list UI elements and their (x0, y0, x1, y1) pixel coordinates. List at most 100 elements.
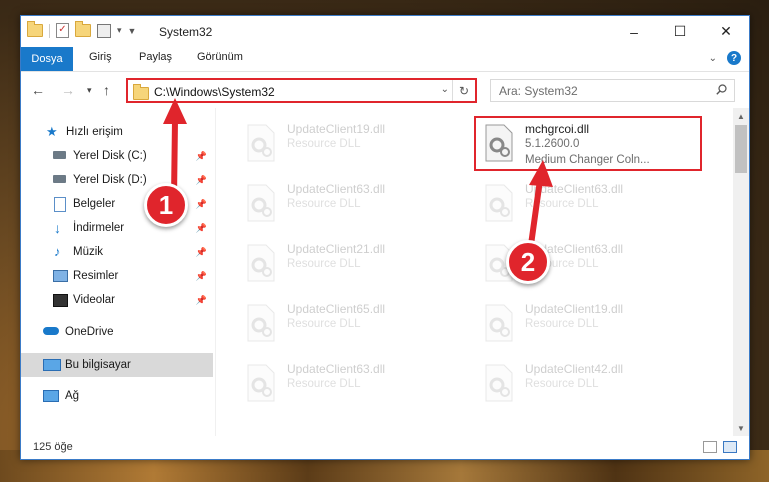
search-input[interactable]: Ara: System32 (490, 79, 735, 102)
tab-paylas[interactable]: Paylaş (139, 51, 172, 63)
dll-file-icon (485, 304, 513, 342)
sidebar-item-label: Videolar (73, 294, 115, 306)
file-item[interactable]: UpdateClient42.dll Resource DLL (474, 358, 704, 410)
sidebar-item-downloads[interactable]: ↓ İndirmeler 📌 (21, 217, 213, 239)
address-bar[interactable]: C:\Windows\System32 ⌄ ↻ (126, 78, 477, 103)
ribbon-tabs: Dosya Giriş Paylaş Görünüm ⌄ ? (21, 47, 749, 72)
search-icon[interactable] (716, 84, 727, 95)
sidebar-item-label: Hızlı erişim (66, 126, 123, 138)
maximize-button[interactable]: ☐ (657, 16, 703, 47)
sidebar-item-label: Yerel Disk (C:) (73, 150, 147, 162)
file-name: UpdateClient19.dll (287, 122, 386, 136)
tab-dosya[interactable]: Dosya (21, 47, 73, 71)
address-folder-icon (133, 84, 149, 100)
file-item[interactable]: UpdateClient21.dll Resource DLL (236, 238, 466, 290)
computer-icon (43, 359, 61, 371)
file-name: UpdateClient19.dll (525, 302, 624, 316)
search-placeholder: Ara: System32 (499, 84, 578, 98)
help-icon[interactable]: ? (727, 51, 741, 65)
file-name: UpdateClient21.dll (287, 242, 386, 256)
tab-gorunum[interactable]: Görünüm (197, 51, 243, 63)
file-type: Resource DLL (287, 378, 361, 390)
vertical-scrollbar[interactable]: ▲ ▼ (733, 108, 749, 436)
file-type: Resource DLL (287, 138, 361, 150)
sidebar-item-label: Ağ (65, 390, 80, 402)
toolbar-separator (49, 23, 50, 38)
sidebar-item-label: OneDrive (65, 326, 114, 338)
large-icons-view-icon[interactable] (723, 441, 737, 453)
network-icon (43, 390, 59, 402)
sidebar-item-onedrive[interactable]: OneDrive (21, 321, 213, 343)
item-count: 125 öğe (33, 441, 73, 453)
title-bar: ✓ ▾ ▼ System32 – ☐ ✕ (21, 16, 749, 47)
file-type: Resource DLL (525, 198, 599, 210)
dll-file-icon (247, 244, 275, 282)
file-type: Resource DLL (287, 318, 361, 330)
pin-icon[interactable]: 📌 (196, 247, 207, 258)
tab-giris[interactable]: Giriş (89, 51, 112, 63)
dll-file-icon (247, 364, 275, 402)
music-icon: ♪ (54, 244, 61, 259)
window-title: System32 (159, 25, 213, 39)
sidebar-item-network[interactable]: Ağ (21, 385, 213, 407)
sidebar-item-this-pc[interactable]: Bu bilgisayar (21, 353, 213, 377)
pin-icon[interactable]: 📌 (196, 151, 207, 162)
documents-icon (54, 197, 66, 212)
scroll-down-icon[interactable]: ▼ (733, 420, 749, 436)
file-type: Resource DLL (287, 258, 361, 270)
file-item[interactable]: UpdateClient63.dll Resource DLL (236, 178, 466, 230)
pin-icon[interactable]: 📌 (196, 175, 207, 186)
scrollbar-thumb[interactable] (735, 125, 747, 173)
sidebar-item-label: Bu bilgisayar (65, 359, 131, 371)
file-type: Resource DLL (525, 378, 599, 390)
sidebar-item-music[interactable]: ♪ Müzik 📌 (21, 241, 213, 263)
close-button[interactable]: ✕ (703, 16, 749, 47)
pin-icon[interactable]: 📌 (196, 295, 207, 306)
sidebar-item-pictures[interactable]: Resimler 📌 (21, 265, 213, 287)
address-path[interactable]: C:\Windows\System32 (154, 85, 275, 99)
sidebar-item-label: Belgeler (73, 198, 116, 210)
sidebar-item-quick-access[interactable]: ★ Hızlı erişim (21, 121, 213, 143)
customize-icon[interactable] (97, 23, 111, 38)
sidebar-item-label: Yerel Disk (D:) (73, 174, 147, 186)
file-type: Resource DLL (525, 318, 599, 330)
file-type: Resource DLL (287, 198, 361, 210)
sidebar-item-disk-d[interactable]: Yerel Disk (D:) 📌 (21, 169, 213, 191)
sidebar-item-disk-c[interactable]: Yerel Disk (C:) 📌 (21, 145, 213, 167)
file-name: UpdateClient42.dll (525, 362, 624, 376)
drive-icon (53, 151, 66, 159)
highlight-box-file (474, 116, 702, 171)
sidebar-item-label: İndirmeler (73, 222, 125, 234)
file-item[interactable]: UpdateClient63.dll Resource DLL (474, 178, 704, 230)
file-name: UpdateClient63.dll (525, 182, 624, 196)
sidebar-item-videos[interactable]: Videolar 📌 (21, 289, 213, 311)
pin-icon[interactable]: 📌 (196, 271, 207, 282)
sidebar-item-label: Resimler (73, 270, 119, 282)
chevron-down-icon[interactable]: ▾ (117, 25, 122, 36)
star-icon: ★ (46, 124, 58, 139)
folder-icon[interactable] (27, 21, 43, 37)
forward-arrow-icon[interactable]: → (61, 82, 75, 98)
refresh-icon[interactable]: ↻ (452, 80, 475, 101)
minimize-button[interactable]: – (611, 16, 657, 47)
properties-check-icon[interactable]: ✓ (56, 23, 69, 38)
sidebar-item-label: Müzik (73, 246, 104, 258)
back-arrow-icon[interactable]: ← (31, 82, 45, 98)
details-view-icon[interactable] (703, 441, 717, 453)
new-folder-icon[interactable] (75, 21, 91, 37)
scroll-up-icon[interactable]: ▲ (733, 108, 749, 124)
annotation-badge-2: 2 (506, 240, 550, 284)
file-item[interactable]: UpdateClient19.dll Resource DLL (236, 118, 466, 170)
recent-locations-chevron-icon[interactable]: ▾ (87, 85, 92, 96)
customize-toolbar-icon[interactable]: ▼ (128, 26, 137, 36)
dll-file-icon (485, 184, 513, 222)
pin-icon[interactable]: 📌 (196, 199, 207, 210)
address-dropdown-icon[interactable]: ⌄ (441, 84, 449, 95)
file-item[interactable]: UpdateClient65.dll Resource DLL (236, 298, 466, 350)
pin-icon[interactable]: 📌 (196, 223, 207, 234)
annotation-badge-1: 1 (144, 183, 188, 227)
file-item[interactable]: UpdateClient63.dll Resource DLL (236, 358, 466, 410)
expand-ribbon-icon[interactable]: ⌄ (709, 53, 717, 64)
file-item[interactable]: UpdateClient19.dll Resource DLL (474, 298, 704, 350)
up-arrow-icon[interactable]: ↑ (103, 82, 110, 98)
